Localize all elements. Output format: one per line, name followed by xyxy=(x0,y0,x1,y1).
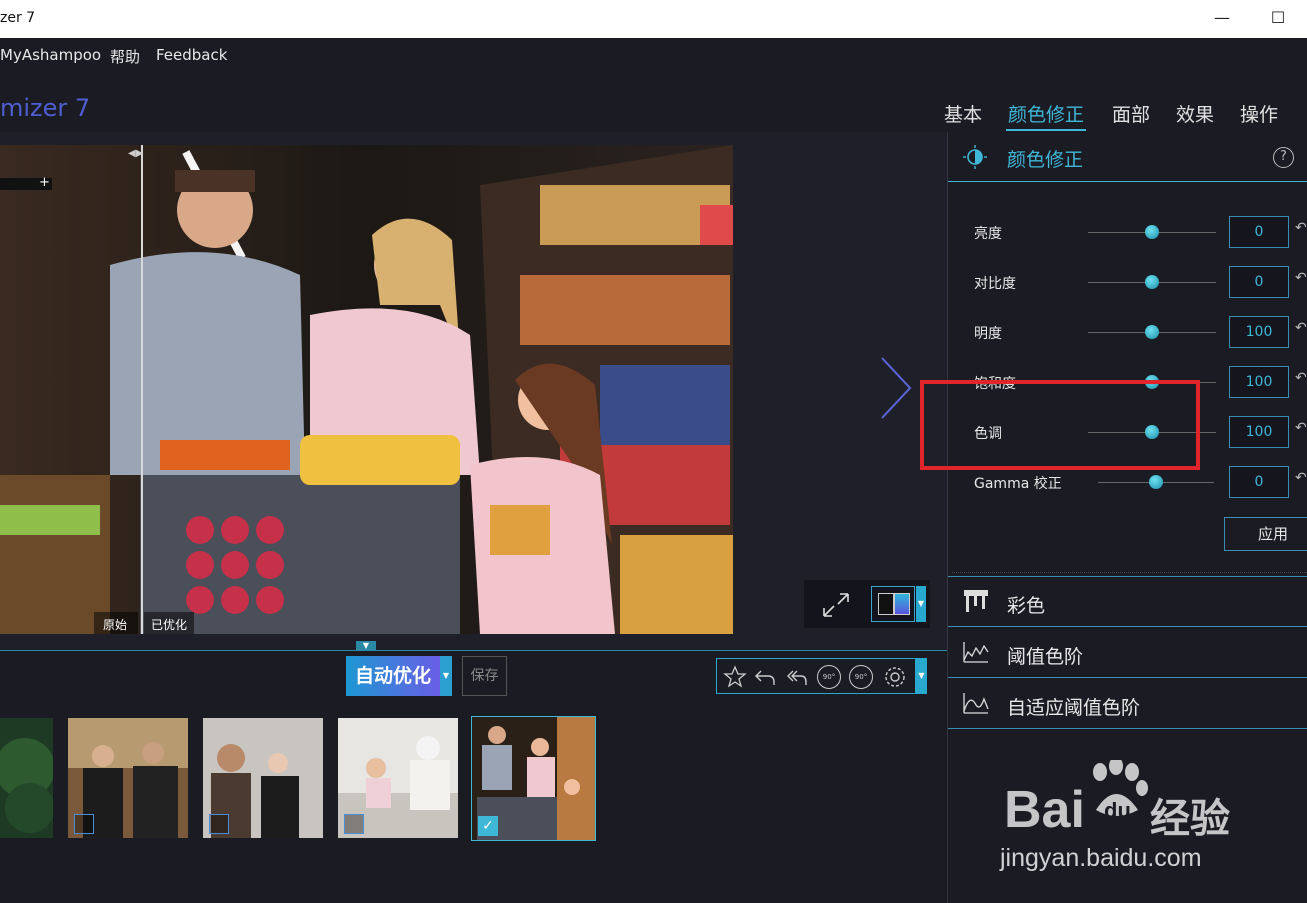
thumbnail-checkbox[interactable] xyxy=(74,814,94,834)
menu-myashampoo[interactable]: MyAshampoo xyxy=(0,46,101,64)
section-divider xyxy=(952,572,1307,573)
window-title: zer 7 xyxy=(0,10,36,26)
tab-operations[interactable]: 操作 xyxy=(1240,100,1278,127)
compare-mode-left xyxy=(878,593,894,615)
threshold-icon xyxy=(963,642,989,663)
panel-title: 颜色修正 xyxy=(1007,149,1084,171)
slider-knob[interactable] xyxy=(1145,225,1159,239)
compare-mode-right xyxy=(894,593,910,615)
fullscreen-icon[interactable] xyxy=(820,590,852,620)
slider-label: 对比度 xyxy=(974,276,1016,292)
toolbox-dropdown[interactable]: ▼ xyxy=(916,658,927,694)
slider-label: 亮度 xyxy=(974,226,1002,242)
thumbnail-family-shopping[interactable]: ✓ xyxy=(471,716,596,841)
compare-mode-button[interactable] xyxy=(871,586,915,622)
section-color[interactable] xyxy=(948,576,1307,626)
reset-icon[interactable]: ↶ xyxy=(1295,320,1307,336)
split-arrows-icon[interactable]: ◀▶ xyxy=(128,148,143,159)
slider-value-field[interactable]: 0 xyxy=(1229,216,1289,248)
section-color-title[interactable]: 彩色 xyxy=(1007,591,1045,618)
window-titlebar: zer 7 — ☐ xyxy=(0,0,1307,38)
rotate-right-90-icon[interactable]: 90° xyxy=(849,665,873,689)
watermark-brand: Bai xyxy=(1004,781,1085,839)
reset-icon[interactable]: ↶ xyxy=(1295,370,1307,386)
thumbnail-tree-image xyxy=(0,718,53,838)
reset-icon[interactable]: ↶ xyxy=(1295,420,1307,436)
help-icon[interactable]: ? xyxy=(1273,147,1294,168)
apply-button[interactable]: 应用 xyxy=(1224,517,1307,551)
undo-all-icon[interactable] xyxy=(785,665,809,689)
section-adaptive-threshold-title[interactable]: 自适应阈值色阶 xyxy=(1007,693,1140,720)
next-image-icon[interactable] xyxy=(878,356,914,420)
reset-icon[interactable]: ↶ xyxy=(1295,220,1307,236)
original-label: 原始 xyxy=(103,618,128,632)
thumbnail-tree[interactable] xyxy=(0,718,53,838)
minimize-button[interactable]: — xyxy=(1210,6,1234,30)
menu-help[interactable]: 帮助 xyxy=(110,46,140,67)
adaptive-threshold-icon xyxy=(963,693,989,714)
thumbnail-checkbox[interactable] xyxy=(209,814,229,834)
slider-label: 明度 xyxy=(974,326,1002,342)
baidu-watermark: Bai du 经验 jingyan.baidu.com xyxy=(1000,760,1260,880)
slider-knob[interactable] xyxy=(1145,325,1159,339)
slider-knob[interactable] xyxy=(1145,275,1159,289)
app-header: mizer 7 基本 颜色修正 面部 效果 操作 xyxy=(0,74,1307,132)
zoom-plus-icon[interactable]: + xyxy=(39,175,50,190)
thumbnail-checkbox-checked[interactable]: ✓ xyxy=(478,816,498,836)
thumbnail-couple-gift[interactable] xyxy=(68,718,188,838)
preview-photo[interactable] xyxy=(0,145,733,634)
optimized-label: 已优化 xyxy=(151,618,188,632)
reset-icon[interactable]: ↶ xyxy=(1295,470,1307,486)
reset-icon[interactable]: ↶ xyxy=(1295,270,1307,286)
maximize-button[interactable]: ☐ xyxy=(1266,6,1290,30)
viewer-controls: ▼ xyxy=(804,580,930,628)
photo-illustration xyxy=(0,145,733,634)
menu-bar: MyAshampoo 帮助 Feedback xyxy=(0,38,1307,74)
slider-value-field[interactable]: 0 xyxy=(1229,266,1289,298)
thumbnail-checkbox[interactable] xyxy=(344,814,364,834)
compare-mode-dropdown[interactable]: ▼ xyxy=(916,586,926,622)
tab-basic[interactable]: 基本 xyxy=(944,100,982,127)
tab-effects[interactable]: 效果 xyxy=(1176,100,1214,127)
color-icon xyxy=(964,590,988,612)
slider-value-field[interactable]: 100 xyxy=(1229,366,1289,398)
undo-icon[interactable] xyxy=(753,665,777,689)
tab-face[interactable]: 面部 xyxy=(1112,100,1150,127)
watermark-cn: 经验 xyxy=(1150,796,1230,842)
settings-icon[interactable] xyxy=(883,665,907,689)
watermark-brand-du: du xyxy=(1104,798,1131,823)
section-threshold[interactable] xyxy=(948,626,1307,676)
slider-value-field[interactable]: 0 xyxy=(1229,466,1289,498)
slider-label: Gamma 校正 xyxy=(974,476,1062,492)
menu-feedback[interactable]: Feedback xyxy=(156,46,227,64)
annotation-highlight-box xyxy=(920,380,1200,470)
thumbnail-couple-street[interactable] xyxy=(203,718,323,838)
thumbnail-mother-daughter[interactable] xyxy=(338,718,458,838)
slider-value-field[interactable]: 100 xyxy=(1229,316,1289,348)
section-threshold-title[interactable]: 阈值色阶 xyxy=(1007,642,1083,669)
auto-optimize-dropdown[interactable]: ▼ xyxy=(440,656,452,696)
active-tab-indicator xyxy=(1006,129,1086,131)
auto-optimize-button[interactable]: 自动优化 xyxy=(346,656,440,696)
tab-color-correction[interactable]: 颜色修正 xyxy=(1008,100,1084,127)
slider-knob[interactable] xyxy=(1149,475,1163,489)
panel-header xyxy=(948,134,1307,182)
toolbox: 90° 90° xyxy=(716,658,916,694)
slider-value-field[interactable]: 100 xyxy=(1229,416,1289,448)
compare-split-handle[interactable] xyxy=(141,145,143,634)
star-icon[interactable] xyxy=(723,665,747,689)
save-button[interactable]: 保存 xyxy=(462,656,507,696)
watermark-url: jingyan.baidu.com xyxy=(1000,844,1202,872)
app-title: mizer 7 xyxy=(0,94,91,122)
color-correction-icon xyxy=(963,145,987,169)
rotate-left-90-icon[interactable]: 90° xyxy=(817,665,841,689)
